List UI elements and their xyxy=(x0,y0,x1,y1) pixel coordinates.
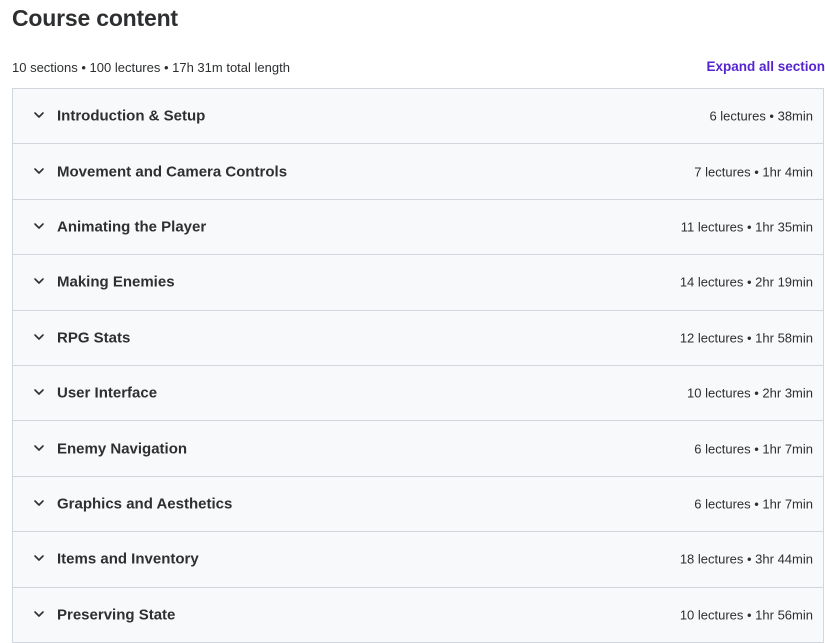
section-row-user-interface[interactable]: User Interface 10 lectures • 2hr 3min xyxy=(13,365,823,422)
chevron-down-icon xyxy=(33,386,45,398)
chevron-down-icon xyxy=(33,220,45,232)
section-meta: 10 lectures • 1hr 56min xyxy=(679,607,813,623)
chevron-down-icon xyxy=(33,497,45,509)
course-sections-list: Introduction & Setup 6 lectures • 38min … xyxy=(12,88,824,643)
section-row-movement-camera-controls[interactable]: Movement and Camera Controls 7 lectures … xyxy=(13,144,823,200)
course-summary-text: 10 sections • 100 lectures • 17h 31m tot… xyxy=(12,60,290,75)
section-meta: 10 lectures • 2hr 3min xyxy=(687,385,813,401)
chevron-down-icon xyxy=(33,165,45,177)
section-title: Items and Inventory xyxy=(57,550,199,568)
chevron-down-icon xyxy=(33,109,45,121)
course-summary-bar: 10 sections • 100 lectures • 17h 31m tot… xyxy=(12,58,825,78)
section-title: Animating the Player xyxy=(57,218,207,236)
section-row-animating-player[interactable]: Animating the Player 11 lectures • 1hr 3… xyxy=(13,199,823,256)
section-row-items-inventory[interactable]: Items and Inventory 18 lectures • 3hr 44… xyxy=(13,532,823,588)
section-row-enemy-navigation[interactable]: Enemy Navigation 6 lectures • 1hr 7min xyxy=(13,421,823,477)
section-title: Movement and Camera Controls xyxy=(57,163,288,181)
section-row-introduction-setup[interactable]: Introduction & Setup 6 lectures • 38min xyxy=(13,89,823,145)
expand-all-sections-button[interactable]: Expand all section xyxy=(706,59,825,74)
page-title: Course content xyxy=(12,5,178,31)
section-title: Introduction & Setup xyxy=(57,107,206,125)
chevron-down-icon xyxy=(33,552,45,564)
section-meta: 18 lectures • 3hr 44min xyxy=(679,551,813,567)
chevron-down-icon xyxy=(33,442,45,454)
section-title: Enemy Navigation xyxy=(57,440,188,458)
section-meta: 14 lectures • 2hr 19min xyxy=(679,274,813,290)
section-title: Making Enemies xyxy=(57,273,175,291)
section-meta: 12 lectures • 1hr 58min xyxy=(679,330,813,346)
section-meta: 7 lectures • 1hr 4min xyxy=(694,164,813,180)
section-row-rpg-stats[interactable]: RPG Stats 12 lectures • 1hr 58min xyxy=(13,310,823,366)
section-title: RPG Stats xyxy=(57,329,131,347)
section-row-graphics-aesthetics[interactable]: Graphics and Aesthetics 6 lectures • 1hr… xyxy=(13,476,823,533)
section-title: User Interface xyxy=(57,384,158,402)
section-meta: 11 lectures • 1hr 35min xyxy=(680,219,813,235)
chevron-down-icon xyxy=(33,608,45,620)
section-meta: 6 lectures • 1hr 7min xyxy=(694,441,813,457)
section-title: Graphics and Aesthetics xyxy=(57,495,233,513)
section-row-making-enemies[interactable]: Making Enemies 14 lectures • 2hr 19min xyxy=(13,255,823,311)
chevron-down-icon xyxy=(33,275,45,287)
section-title: Preserving State xyxy=(57,606,176,624)
section-meta: 6 lectures • 1hr 7min xyxy=(694,496,813,512)
section-meta: 6 lectures • 38min xyxy=(709,108,813,124)
chevron-down-icon xyxy=(33,331,45,343)
section-row-preserving-state[interactable]: Preserving State 10 lectures • 1hr 56min xyxy=(13,587,823,643)
